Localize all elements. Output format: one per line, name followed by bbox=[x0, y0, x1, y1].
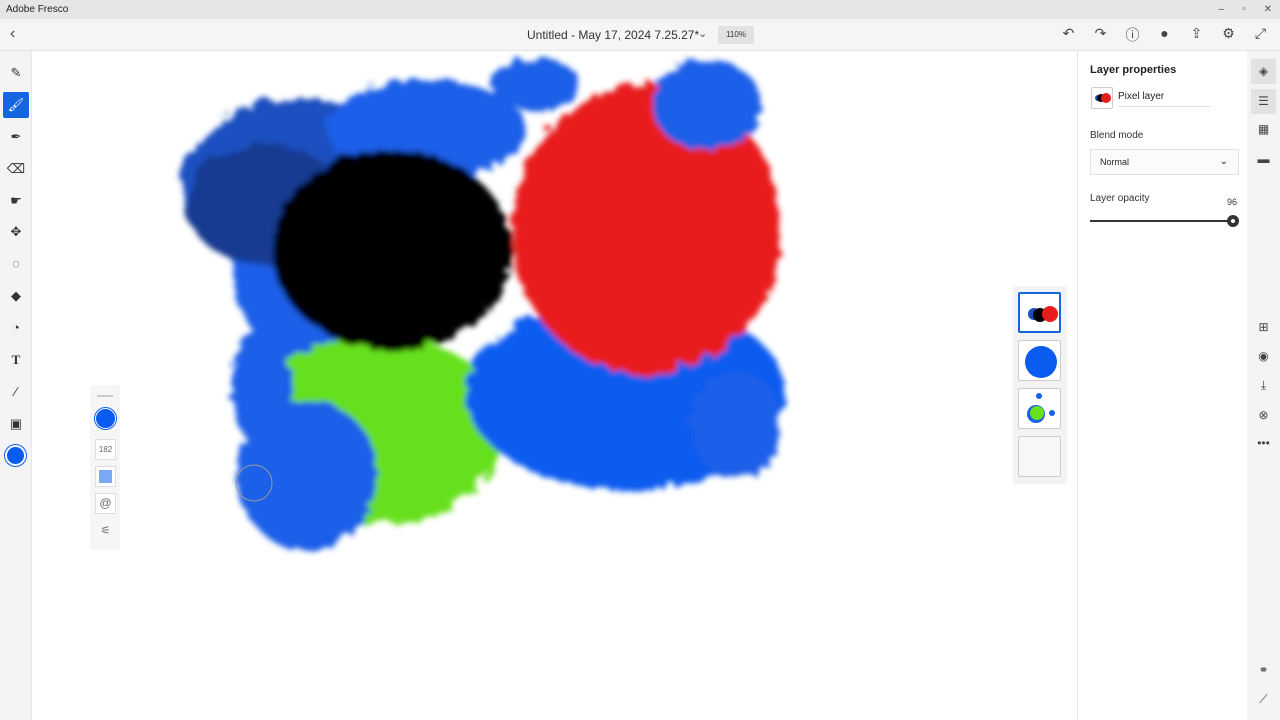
flow-icon bbox=[99, 470, 112, 483]
invite-icon[interactable]: ● bbox=[1155, 25, 1174, 45]
brush-settings-panel: 182 @ ⚟ bbox=[90, 385, 120, 550]
drag-handle[interactable] bbox=[97, 395, 113, 397]
mask-icon[interactable]: ⊗ bbox=[1251, 403, 1276, 428]
opacity-value: 96 bbox=[1226, 197, 1237, 207]
comment-icon[interactable]: ▬ bbox=[1251, 147, 1276, 172]
document-title[interactable]: Untitled - May 17, 2024 7.25.27* bbox=[527, 28, 699, 42]
title-bar: Adobe Fresco – ▫ ✕ bbox=[0, 0, 1280, 19]
opacity-slider[interactable] bbox=[1090, 220, 1239, 222]
shapes-library-icon[interactable]: ⚭ bbox=[1251, 658, 1276, 683]
opacity-slider-handle[interactable] bbox=[1227, 215, 1240, 227]
layers-icon[interactable]: ◈ bbox=[1251, 59, 1276, 84]
brush-size[interactable]: 182 bbox=[95, 439, 116, 460]
blend-mode-value: Normal bbox=[1100, 157, 1130, 167]
layer-properties-panel: Layer properties Pixel layer Blend mode … bbox=[1077, 51, 1247, 720]
restore-button[interactable]: ▫ bbox=[1242, 0, 1246, 19]
layer-thumbnail[interactable] bbox=[1018, 340, 1061, 381]
minimize-button[interactable]: – bbox=[1219, 0, 1225, 19]
help-icon[interactable]: ⓘ bbox=[1123, 25, 1142, 45]
layer-name-field[interactable]: Pixel layer bbox=[1118, 91, 1210, 107]
layer-thumb-icon bbox=[1091, 87, 1113, 109]
blend-mode-select[interactable]: Normal ⌄ bbox=[1090, 149, 1239, 175]
back-icon[interactable]: ‹ bbox=[10, 25, 15, 43]
fill-icon[interactable]: ◆ bbox=[3, 283, 29, 309]
brush-flow-button[interactable] bbox=[95, 466, 116, 487]
undo-icon[interactable]: ↶ bbox=[1059, 25, 1078, 45]
layer-thumbnail[interactable] bbox=[1018, 388, 1061, 429]
brush-color[interactable] bbox=[95, 408, 116, 429]
drawing-canvas[interactable] bbox=[33, 51, 1077, 720]
live-brush-icon[interactable]: 🖌 bbox=[3, 92, 29, 118]
image-icon[interactable]: ▣ bbox=[3, 411, 29, 437]
top-bar: ‹ Untitled - May 17, 2024 7.25.27* ⌄ 110… bbox=[0, 19, 1280, 51]
layer-properties-icon[interactable]: ☰ bbox=[1251, 89, 1276, 114]
merge-down-icon[interactable]: ⤓ bbox=[1251, 373, 1276, 398]
chevron-down-icon: ⌄ bbox=[1219, 156, 1228, 167]
text-icon[interactable]: T bbox=[3, 347, 29, 373]
add-layer-icon[interactable]: ⊞ bbox=[1251, 315, 1276, 340]
brush-mix-button[interactable]: @ bbox=[95, 493, 116, 514]
share-icon[interactable]: ⇪ bbox=[1187, 25, 1206, 45]
eyedropper-icon[interactable]: ⁄ bbox=[3, 379, 29, 405]
close-window-button[interactable]: ✕ bbox=[1264, 0, 1272, 19]
panel-title: Layer properties bbox=[1090, 64, 1177, 76]
grid-icon[interactable]: ▦ bbox=[1251, 117, 1276, 142]
vector-brush-icon[interactable]: ✒ bbox=[3, 124, 29, 150]
pixel-brush-icon[interactable]: ✎ bbox=[3, 60, 29, 86]
layer-thumbnail[interactable] bbox=[1018, 436, 1061, 477]
more-options-icon[interactable]: ••• bbox=[1251, 431, 1276, 456]
zoom-level[interactable]: 110% bbox=[718, 26, 754, 44]
blend-mode-label: Blend mode bbox=[1090, 130, 1144, 141]
right-rail: ◈ ☰ ▦ ▬ ⊞ ◉ ⤓ ⊗ ••• ⚭ ⟋ bbox=[1247, 51, 1280, 720]
chevron-down-icon[interactable]: ⌄ bbox=[698, 27, 707, 40]
eraser-icon[interactable]: ⌫ bbox=[3, 156, 29, 182]
smudge-icon[interactable]: ☛ bbox=[3, 188, 29, 214]
redo-icon[interactable]: ↷ bbox=[1091, 25, 1110, 45]
ruler-icon[interactable]: ⟋ bbox=[1251, 687, 1276, 712]
settings-gear-icon[interactable]: ⚙ bbox=[1219, 25, 1238, 45]
app-title: Adobe Fresco bbox=[6, 4, 69, 15]
shapes-icon[interactable]: ◔ bbox=[3, 315, 29, 341]
color-swatch[interactable] bbox=[5, 445, 26, 466]
layers-panel bbox=[1013, 286, 1067, 484]
move-transform-icon[interactable]: ✥ bbox=[3, 219, 29, 245]
painting bbox=[178, 56, 783, 546]
lasso-icon[interactable]: ◌ bbox=[3, 251, 29, 277]
fullscreen-icon[interactable]: ⤢ bbox=[1251, 25, 1270, 45]
toolbar: ✎ 🖌 ✒ ⌫ ☛ ✥ ◌ ◆ ◔ T ⁄ ▣ bbox=[0, 51, 32, 720]
opacity-label: Layer opacity bbox=[1090, 193, 1150, 204]
visibility-icon[interactable]: ◉ bbox=[1251, 344, 1276, 369]
layer-thumbnail[interactable] bbox=[1018, 292, 1061, 333]
brush-settings-icon[interactable]: ⚟ bbox=[95, 522, 116, 543]
